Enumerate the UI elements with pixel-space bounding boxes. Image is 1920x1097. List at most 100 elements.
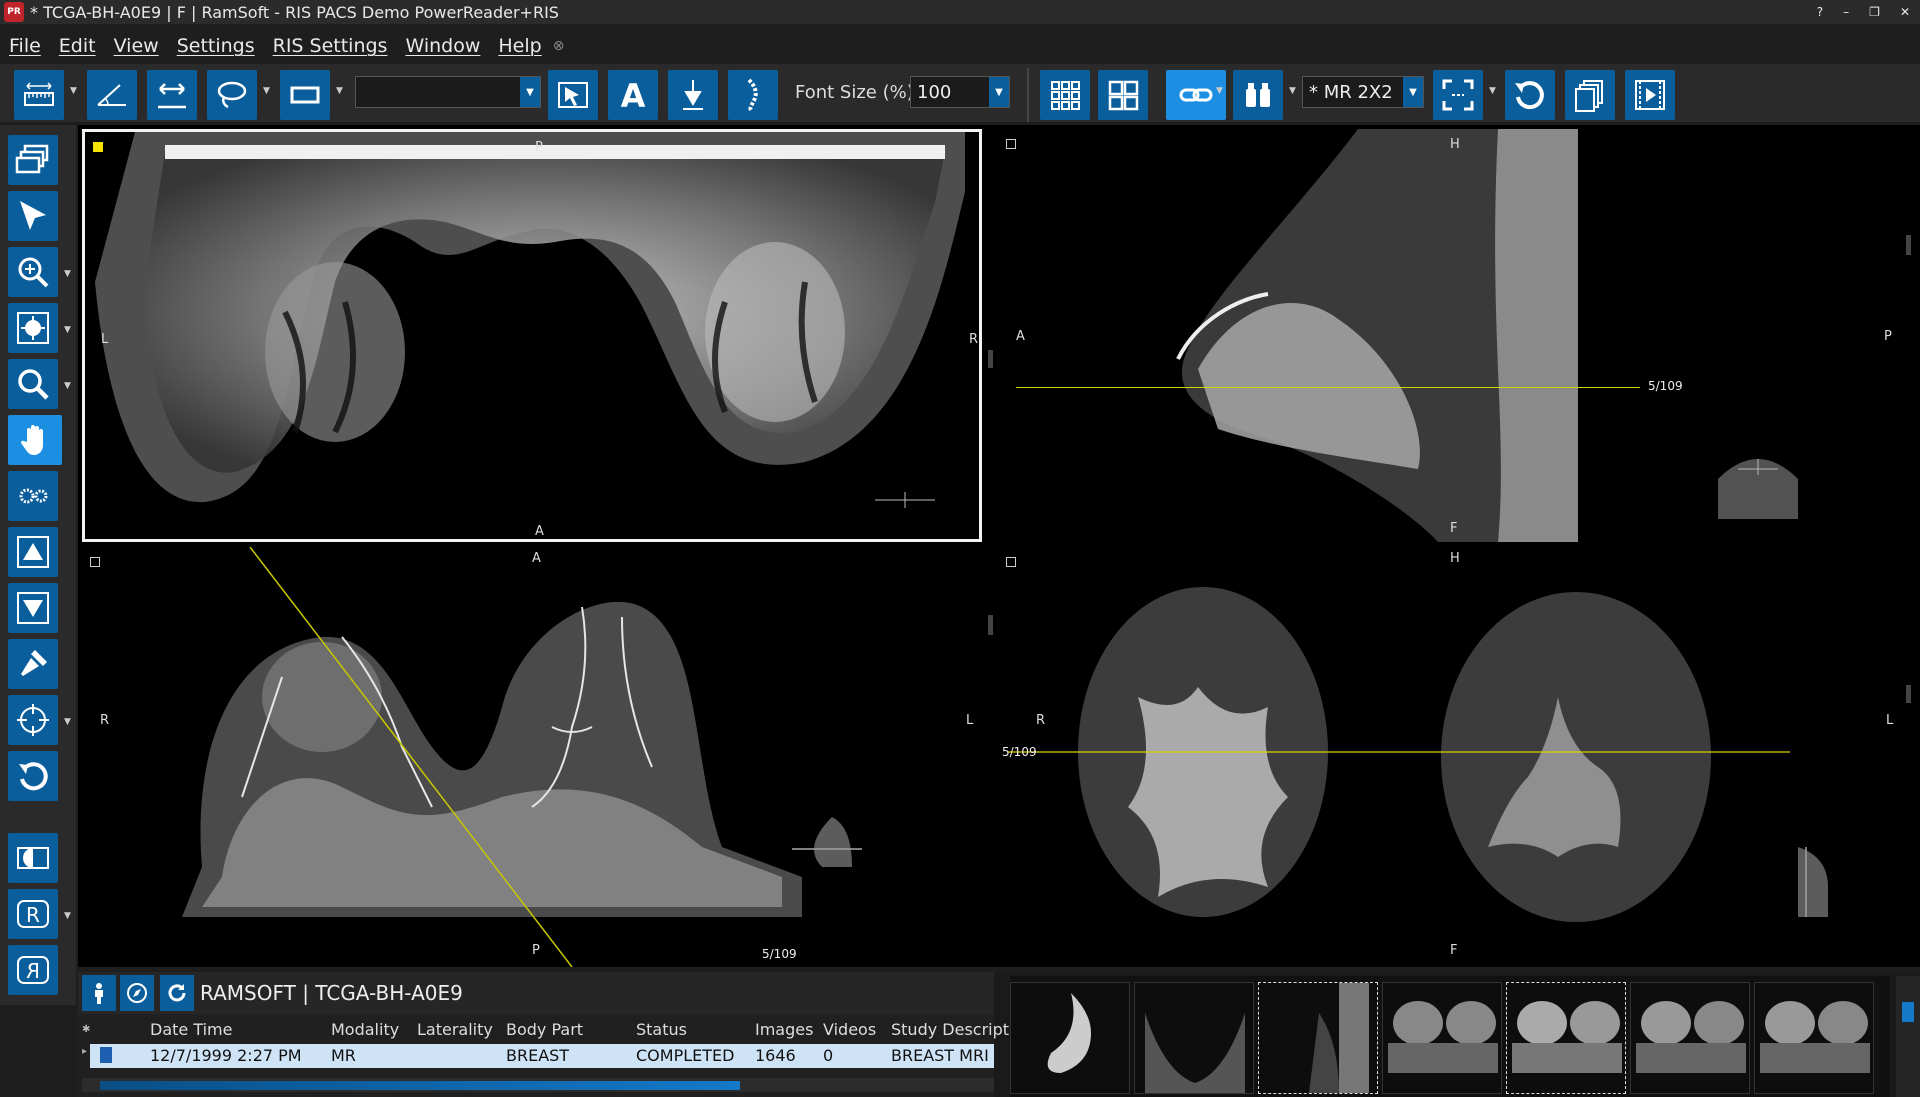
col-images[interactable]: Images (755, 1020, 813, 1039)
patient-info-button[interactable] (82, 975, 116, 1011)
col-study-description[interactable]: Study Descript (891, 1020, 1009, 1039)
menu-settings[interactable]: Settings (168, 35, 264, 57)
expand-corners-icon (1442, 79, 1474, 111)
previous-image-button[interactable] (8, 527, 58, 577)
viewport-select-marker[interactable] (1006, 557, 1016, 567)
sync-settings-button[interactable] (8, 471, 58, 521)
series-stack-button[interactable] (8, 135, 58, 185)
protocol-dropdown-icon[interactable]: ▼ (1289, 86, 1299, 96)
crosshair-tool-button[interactable] (8, 695, 58, 745)
table-row[interactable]: ▸ 12/7/1999 2:27 PM MR BREAST COMPLETED … (82, 1044, 994, 1068)
font-size-arrow-icon[interactable]: ▼ (989, 77, 1009, 107)
ruler-tool-button[interactable] (14, 70, 64, 120)
menu-view[interactable]: View (105, 35, 168, 57)
annotation-combo[interactable]: ▼ (355, 76, 541, 108)
menu-file[interactable]: File (0, 35, 50, 57)
font-size-combo[interactable]: 100 ▼ (910, 76, 1010, 108)
series-thumbnail[interactable] (1754, 982, 1874, 1094)
next-image-button[interactable] (8, 583, 58, 633)
viewport-scrollbar[interactable] (988, 350, 993, 368)
menu-ris-settings[interactable]: RIS Settings (264, 35, 397, 57)
thumbnail-scroll-thumb[interactable] (1902, 1002, 1914, 1022)
annotation-combo-arrow-icon[interactable]: ▼ (520, 77, 540, 107)
magnify-dropdown-icon[interactable]: ▼ (64, 269, 71, 279)
invert-button[interactable] (8, 833, 58, 883)
zoom-dropdown-icon[interactable]: ▼ (64, 381, 71, 391)
probe-tool-button[interactable] (8, 639, 58, 689)
viewport-sagittal[interactable]: 5/109 H F A P (998, 129, 1900, 542)
reset-button[interactable] (1505, 70, 1555, 120)
restore-button[interactable]: ❐ (1869, 5, 1880, 19)
col-videos[interactable]: Videos (823, 1020, 876, 1039)
menu-window[interactable]: Window (396, 35, 489, 57)
series-thumbnail[interactable] (1382, 982, 1502, 1094)
col-laterality[interactable]: Laterality (417, 1020, 493, 1039)
viewport-scrollbar[interactable] (1906, 685, 1911, 703)
study-grid-header: ✱ Date Time Modality Laterality Body Par… (78, 1020, 1009, 1042)
series-thumbnail[interactable] (1506, 982, 1626, 1094)
flip-vertical-button[interactable]: R (8, 945, 58, 995)
crosshair-dropdown-icon[interactable]: ▼ (64, 717, 71, 727)
viewport-scrollbar[interactable] (1906, 235, 1911, 255)
navigator-button[interactable] (120, 975, 154, 1011)
pan-tool-button[interactable] (8, 415, 62, 465)
reference-line[interactable] (1016, 387, 1640, 388)
close-window-button[interactable]: ✕ (1900, 5, 1910, 19)
viewport-coronal[interactable]: 5/109 H F R L (998, 547, 1900, 967)
spine-label-button[interactable] (728, 70, 778, 120)
magnify-tool-button[interactable] (8, 247, 58, 297)
flip-horizontal-button[interactable]: R (8, 889, 58, 939)
help-window-button[interactable]: ? (1817, 5, 1823, 19)
zoom-tool-button[interactable] (8, 359, 58, 409)
layout-combo[interactable]: * MR 2X2 ▼ (1302, 76, 1424, 108)
viewport-select-marker[interactable] (90, 557, 100, 567)
fit-dropdown-icon[interactable]: ▼ (1489, 86, 1499, 96)
rotate-tool-button[interactable] (8, 751, 58, 801)
ruler-dropdown-icon[interactable]: ▼ (70, 86, 80, 96)
series-thumbnail[interactable] (1134, 982, 1254, 1094)
viewport-scrollbar[interactable] (988, 615, 993, 635)
window-level-button[interactable] (8, 303, 58, 353)
cine-play-button[interactable] (1625, 70, 1675, 120)
angle-tool-button[interactable] (87, 70, 137, 120)
series-layout-button[interactable] (1040, 70, 1090, 120)
scrollbar-thumb[interactable] (100, 1081, 740, 1090)
viewport-select-marker[interactable] (1006, 139, 1016, 149)
viewport-axial[interactable]: P A L R (82, 129, 982, 542)
window-level-dropdown-icon[interactable]: ▼ (64, 325, 71, 335)
stack-images-button[interactable] (1565, 70, 1615, 120)
close-menu-icon[interactable]: ⊗ (553, 38, 565, 54)
minimize-button[interactable]: – (1843, 5, 1849, 19)
key-image-button[interactable] (548, 70, 598, 120)
col-status[interactable]: Status (636, 1020, 687, 1039)
col-date-time[interactable]: Date Time (150, 1020, 232, 1039)
orient-left: R (100, 713, 110, 728)
layout-combo-arrow-icon[interactable]: ▼ (1403, 77, 1423, 107)
series-thumbnail[interactable] (1630, 982, 1750, 1094)
hanging-protocol-button[interactable] (1233, 70, 1283, 120)
series-thumbnail[interactable] (1258, 982, 1378, 1094)
link-dropdown-icon[interactable]: ▼ (1216, 86, 1226, 96)
menu-help[interactable]: Help (489, 35, 550, 57)
viewport-mip[interactable]: 5/109 A P R L (82, 547, 982, 967)
thumbnail-scrollbar[interactable] (1896, 976, 1920, 1097)
freehand-roi-button[interactable] (207, 70, 257, 120)
image-layout-button[interactable] (1098, 70, 1148, 120)
viewport-select-marker[interactable] (93, 142, 103, 152)
rectangle-dropdown-icon[interactable]: ▼ (336, 86, 346, 96)
arrow-annotation-button[interactable] (668, 70, 718, 120)
study-horizontal-scrollbar[interactable] (82, 1078, 994, 1092)
line-measure-button[interactable] (147, 70, 197, 120)
col-modality[interactable]: Modality (331, 1020, 399, 1039)
pointer-tool-button[interactable] (8, 191, 58, 241)
col-body-part[interactable]: Body Part (506, 1020, 583, 1039)
thumbnail-image (1388, 1001, 1498, 1073)
fit-to-screen-button[interactable] (1433, 70, 1483, 120)
refresh-button[interactable] (160, 975, 194, 1011)
series-thumbnail[interactable] (1010, 982, 1130, 1094)
menu-edit[interactable]: Edit (50, 35, 105, 57)
rectangle-roi-button[interactable] (280, 70, 330, 120)
roi-dropdown-icon[interactable]: ▼ (263, 86, 273, 96)
flip-dropdown-icon[interactable]: ▼ (64, 911, 71, 921)
text-annotation-button[interactable]: A (608, 70, 658, 120)
